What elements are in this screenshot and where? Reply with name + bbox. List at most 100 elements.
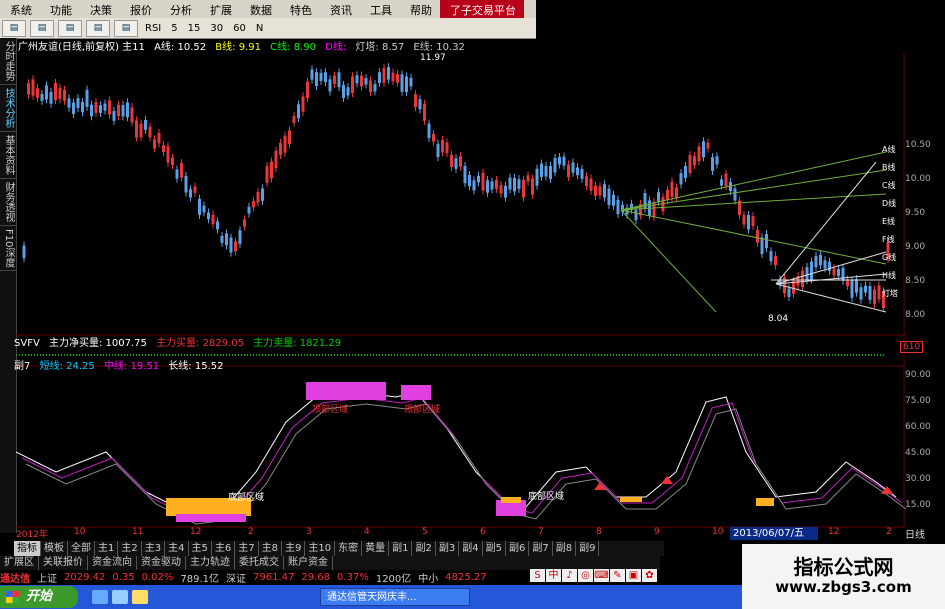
ext-tab-5[interactable]: 委托成交 [235, 556, 284, 570]
ime-icon[interactable]: S [530, 569, 545, 582]
side-tab-1[interactable]: 技术分析 [0, 85, 16, 132]
menu-item-8[interactable]: 资讯 [320, 0, 360, 18]
low-price-label: 8.04 [768, 314, 789, 324]
indicator-tab-15[interactable]: 副1 [389, 541, 413, 556]
candle-body [135, 120, 138, 138]
side-tab-2[interactable]: 基本资料 [0, 132, 16, 179]
candle-body [819, 254, 822, 266]
indicator-tab-7[interactable]: 主5 [189, 541, 212, 556]
menu-item-0[interactable]: 系统 [0, 0, 40, 18]
indicator-tab-11[interactable]: 主9 [282, 541, 306, 556]
menu-item-5[interactable]: 扩展 [200, 0, 240, 18]
menu-item-4[interactable]: 分析 [160, 0, 200, 18]
indicator-tab-18[interactable]: 副4 [459, 541, 483, 556]
toolbar-btn-2[interactable]: 15 [183, 23, 206, 34]
side-tab-3[interactable]: 财务透视 [0, 179, 16, 226]
period-button[interactable]: 日线 [905, 526, 943, 541]
indicator-tab-20[interactable]: 副6 [506, 541, 530, 556]
zx-value: 4825.27 [445, 572, 487, 583]
candle-body [495, 179, 498, 189]
toolbar-btn-4[interactable]: 60 [228, 23, 251, 34]
taskbar-item[interactable]: 通达信管天网庆丰... [320, 588, 470, 606]
indicator-tab-8[interactable]: 主6 [212, 541, 236, 556]
side-tab-0[interactable]: 分时走势 [0, 38, 16, 85]
indicator-tab-9[interactable]: 主7 [235, 541, 259, 556]
ime-icon[interactable]: ◎ [578, 569, 593, 582]
ext-tab-6[interactable]: 账户资金 [284, 556, 333, 570]
toolbar-btn-0[interactable]: RSI [140, 23, 166, 34]
side-tab-4[interactable]: F10深度 [0, 226, 16, 272]
ext-tab-1[interactable]: 关联报价 [39, 556, 88, 570]
indicator-tab-22[interactable]: 副8 [553, 541, 577, 556]
indicator-tab-2[interactable]: 全部 [68, 541, 95, 556]
candle-body [171, 157, 174, 166]
candle-body [76, 98, 80, 109]
x-tick: 5 [422, 527, 428, 537]
indicator-tab-16[interactable]: 副2 [412, 541, 436, 556]
desktop-icon[interactable] [112, 590, 128, 604]
ime-icon[interactable]: ♪ [562, 569, 577, 582]
candle-body [414, 94, 417, 108]
menu-item-9[interactable]: 工具 [360, 0, 400, 18]
grid-icon[interactable]: ▤ [30, 19, 54, 37]
indicator-tab-3[interactable]: 主1 [95, 541, 119, 556]
refresh-icon[interactable]: ▤ [58, 19, 82, 37]
toolbar-btn-5[interactable]: N [251, 23, 268, 34]
browser-icon[interactable] [92, 590, 108, 604]
candle-body [103, 103, 107, 111]
indicator-tab-1[interactable]: 模板 [41, 541, 68, 556]
indicator-tab-13[interactable]: 东密 [335, 541, 363, 556]
ext-tab-2[interactable]: 资金流向 [88, 556, 137, 570]
indicator-tab-6[interactable]: 主4 [165, 541, 189, 556]
candle-body [760, 237, 764, 255]
sub-tick: 90.00 [905, 370, 931, 380]
ext-tab-4[interactable]: 主力轨迹 [186, 556, 235, 570]
indicator-tab-5[interactable]: 主3 [142, 541, 166, 556]
indicator-tab-23[interactable]: 副9 [576, 541, 600, 556]
candle-body [684, 165, 687, 179]
bottom-zone-bar [501, 497, 521, 503]
indicator-tab-14[interactable]: 黄量 [362, 541, 390, 556]
ext-tab-3[interactable]: 资金驱动 [137, 556, 186, 570]
menu-item-7[interactable]: 特色 [280, 0, 320, 18]
menu-item-10[interactable]: 帮助 [400, 0, 440, 18]
ext-tab-0[interactable]: 扩展区 [0, 556, 39, 570]
menu-item-3[interactable]: 报价 [120, 0, 160, 18]
candle-body [117, 104, 120, 117]
ime-icon[interactable]: ✎ [610, 569, 625, 582]
candle-body [297, 104, 300, 119]
toolbar-btn-1[interactable]: 5 [166, 23, 182, 34]
indicator-tab-12[interactable]: 主10 [305, 541, 336, 556]
ime-icon[interactable]: 中 [546, 569, 561, 582]
menu-item-1[interactable]: 功能 [40, 0, 80, 18]
f10-icon[interactable]: ▤ [114, 19, 138, 37]
indicator-tab-10[interactable]: 主8 [259, 541, 282, 556]
candle-body [715, 156, 719, 165]
ime-icon[interactable]: ✿ [642, 569, 657, 582]
zoom-icon[interactable]: ▤ [86, 19, 110, 37]
indicator-tab-19[interactable]: 副5 [483, 541, 506, 556]
indicator-tab-17[interactable]: 副3 [436, 541, 460, 556]
ime-icon[interactable]: ⌨ [594, 569, 609, 582]
menu-item-6[interactable]: 数据 [240, 0, 280, 18]
quick-launch-icon[interactable] [132, 590, 148, 604]
x-tick: 3 [306, 527, 312, 537]
menu-item-2[interactable]: 决策 [80, 0, 120, 18]
main-chart[interactable]: A线 B线 C线 D线 E线 F线 G线 H线灯塔 [16, 52, 945, 542]
candle-body [283, 135, 287, 153]
candle-body [607, 188, 611, 205]
chart-icon[interactable]: ▤ [2, 19, 26, 37]
candle-body [261, 188, 264, 201]
menu-item-11[interactable]: 了子交易平台 [440, 0, 524, 18]
svfv-buy: 主力买量: 2829.05 [156, 338, 244, 349]
ime-icon[interactable]: ▣ [626, 569, 641, 582]
indicator-tab-4[interactable]: 主2 [118, 541, 142, 556]
toolbar-btn-3[interactable]: 30 [205, 23, 228, 34]
candle-body [342, 84, 345, 99]
indicator-tab-21[interactable]: 副7 [529, 541, 553, 556]
candle-body [139, 123, 143, 138]
sub-tick: 45.00 [905, 448, 931, 458]
svfv-sell: 主力卖量: 1821.29 [253, 338, 342, 349]
indicator-tab-0[interactable]: 指标 [14, 541, 41, 556]
candle-body [373, 84, 377, 92]
